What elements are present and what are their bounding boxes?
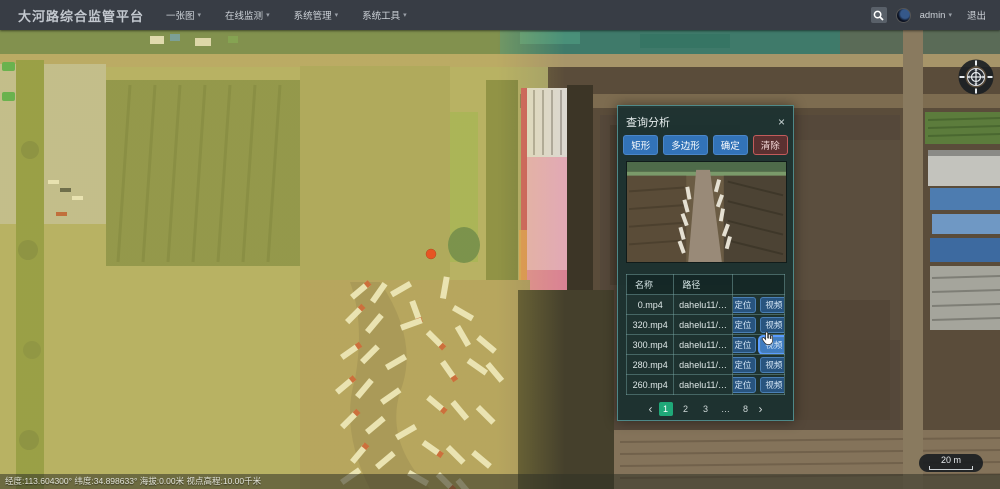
page-2-button[interactable]: 2 — [679, 402, 693, 416]
page-8-button[interactable]: 8 — [739, 402, 753, 416]
search-icon — [873, 10, 884, 21]
map-marker-red-dot[interactable] — [426, 249, 436, 259]
app-title: 大河路综合监管平台 — [18, 6, 144, 25]
locate-button[interactable]: 定位 — [732, 377, 756, 393]
main-menu: 一张图 ▾ 在线监测 ▾ 系统管理 ▾ 系统工具 ▾ — [166, 8, 407, 22]
column-header-actions — [732, 275, 784, 295]
video-button[interactable]: 视频 — [760, 357, 784, 373]
video-button[interactable]: 视频 — [760, 377, 784, 393]
chevron-down-icon: ▾ — [266, 11, 270, 19]
user-avatar[interactable] — [896, 8, 911, 23]
locate-button[interactable]: 定位 — [732, 317, 756, 333]
video-button[interactable]: 视频 — [760, 297, 784, 313]
menu-system-tools[interactable]: 系统工具 ▾ — [362, 8, 407, 22]
table-header-row: 名称 路径 — [627, 275, 785, 295]
app-window: 大河路综合监管平台 一张图 ▾ 在线监测 ▾ 系统管理 ▾ 系统工具 ▾ — [0, 0, 1000, 489]
compass-control[interactable] — [958, 59, 994, 95]
next-page-button[interactable]: › — [759, 403, 763, 415]
column-header-path: 路径 — [674, 275, 732, 295]
close-icon[interactable]: × — [778, 116, 785, 128]
logout-button[interactable]: 退出 — [967, 8, 986, 22]
map-view[interactable]: 20 m — [0, 30, 1000, 489]
map-scale-bar: 20 m — [919, 454, 983, 472]
table-row[interactable]: 280.mp4 dahelu11/… 定位 视频 — [627, 355, 785, 375]
pagination: ‹ 1 2 3 … 8 › — [626, 402, 785, 416]
map-tag-icon[interactable] — [2, 92, 15, 101]
table-row[interactable]: 0.mp4 dahelu11/… 定位 视频 — [627, 295, 785, 315]
coordinates-status-bar: 经度:113.604300° 纬度:34.898633° 海拔:0.00米 视点… — [0, 474, 1000, 489]
chevron-down-icon: ▾ — [335, 11, 339, 19]
page-1-button[interactable]: 1 — [659, 402, 673, 416]
page-3-button[interactable]: 3 — [699, 402, 713, 416]
menu-one-map[interactable]: 一张图 ▾ — [166, 8, 201, 22]
table-row[interactable]: 300.mp4 dahelu11/… 定位 视频 — [627, 335, 785, 355]
rectangle-tool-button[interactable]: 矩形 — [623, 135, 658, 155]
panel-title: 查询分析 — [626, 114, 670, 130]
table-row[interactable]: 320.mp4 dahelu11/… 定位 视频 — [627, 315, 785, 335]
prev-page-button[interactable]: ‹ — [649, 403, 653, 415]
user-menu[interactable]: admin ▾ — [920, 10, 952, 21]
column-header-name: 名称 — [627, 275, 674, 295]
menu-online-monitoring[interactable]: 在线监测 ▾ — [225, 8, 270, 22]
query-analysis-panel: 查询分析 × 矩形 多边形 确定 清除 名称 路径 — [617, 105, 794, 421]
locate-button[interactable]: 定位 — [732, 337, 756, 353]
query-result-thumbnail[interactable] — [626, 161, 787, 263]
video-files-table: 名称 路径 0.mp4 dahelu11/… 定位 视频 320.mp4 dah… — [626, 274, 785, 395]
chevron-down-icon: ▾ — [948, 11, 952, 19]
locate-button[interactable]: 定位 — [732, 357, 756, 373]
video-button-hovered[interactable]: 视频 — [760, 337, 784, 353]
scale-bracket — [929, 466, 973, 470]
video-button[interactable]: 视频 — [760, 317, 784, 333]
menu-system-management[interactable]: 系统管理 ▾ — [294, 8, 339, 22]
table-row[interactable]: 260.mp4 dahelu11/… 定位 视频 — [627, 375, 785, 395]
aerial-imagery — [0, 30, 1000, 489]
page-ellipsis: … — [719, 402, 733, 416]
coordinates-readout: 经度:113.604300° 纬度:34.898633° 海拔:0.00米 视点… — [5, 476, 261, 486]
search-button[interactable] — [871, 7, 887, 23]
locate-button[interactable]: 定位 — [732, 297, 756, 313]
draw-toolbar: 矩形 多边形 确定 清除 — [626, 135, 785, 155]
polygon-tool-button[interactable]: 多边形 — [663, 135, 708, 155]
chevron-down-icon: ▾ — [198, 11, 202, 19]
scale-label: 20 m — [941, 456, 961, 465]
confirm-button[interactable]: 确定 — [713, 135, 748, 155]
top-navbar: 大河路综合监管平台 一张图 ▾ 在线监测 ▾ 系统管理 ▾ 系统工具 ▾ — [0, 0, 1000, 30]
clear-button[interactable]: 清除 — [753, 135, 788, 155]
chevron-down-icon: ▾ — [403, 11, 407, 19]
map-tag-icon[interactable] — [2, 62, 15, 71]
